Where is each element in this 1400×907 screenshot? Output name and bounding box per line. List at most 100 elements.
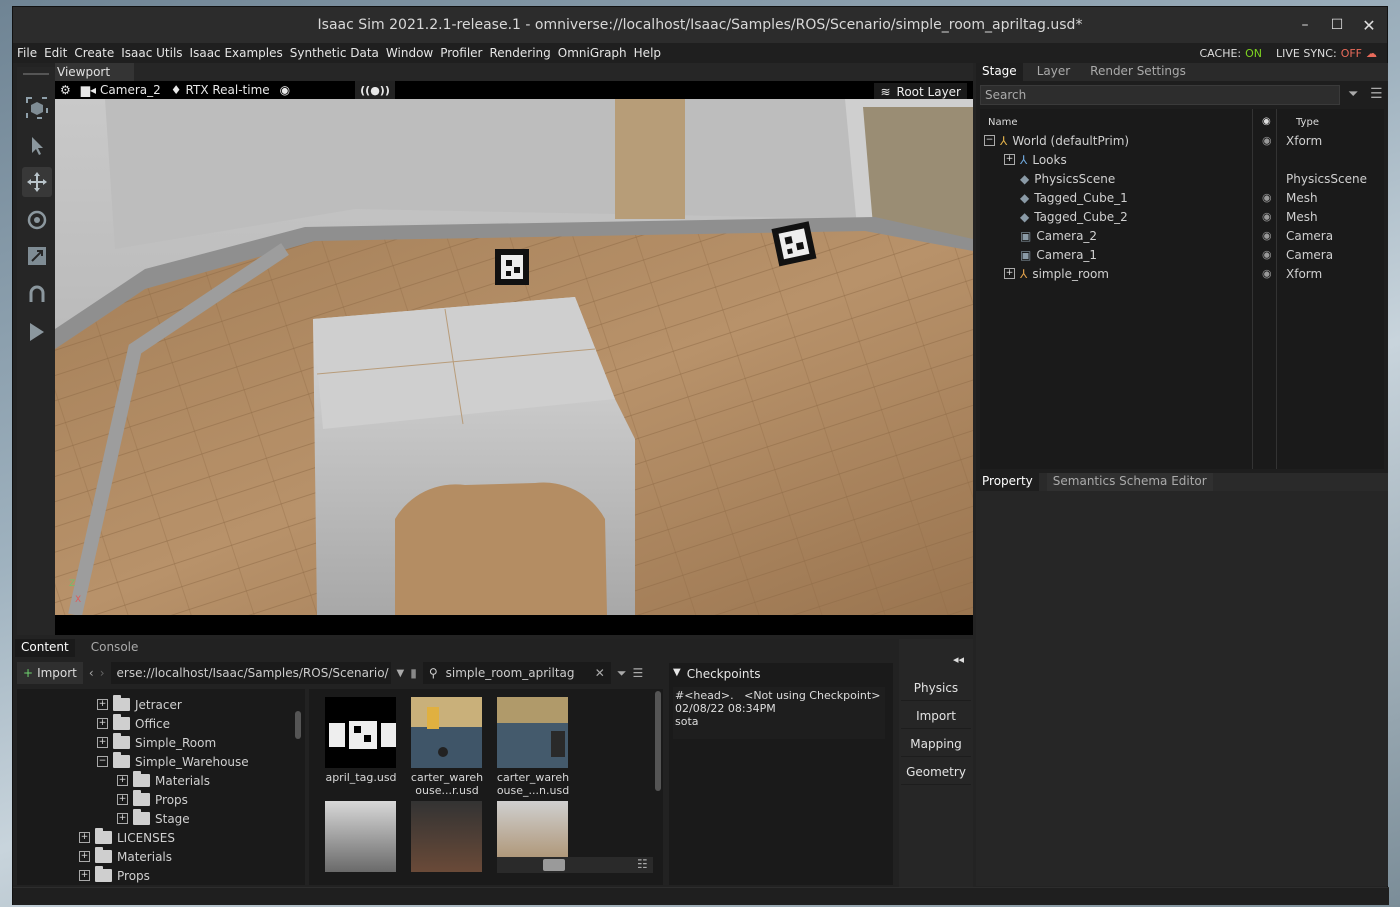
maximize-icon[interactable]: ☐ — [1325, 13, 1349, 37]
geometry-button[interactable]: Geometry — [901, 759, 971, 785]
eye-icon[interactable]: ◉ — [1262, 191, 1272, 204]
eye-icon[interactable]: ◉ — [1262, 248, 1272, 261]
stage-row-physicsscene[interactable]: ◆ PhysicsScene PhysicsScene — [980, 169, 1384, 188]
checkpoints-header[interactable]: ▼ Checkpoints — [673, 667, 760, 681]
tab-render-settings[interactable]: Render Settings — [1084, 63, 1192, 81]
menu-edit[interactable]: Edit — [40, 46, 70, 60]
eye-icon[interactable]: ◉ — [1262, 210, 1272, 223]
stage-row-camera-1[interactable]: ▣ Camera_1 ◉ Camera — [980, 245, 1384, 264]
expand-icon[interactable]: + — [1004, 154, 1015, 165]
expand-icon[interactable]: + — [97, 737, 108, 748]
tab-semantics-schema-editor[interactable]: Semantics Schema Editor — [1046, 473, 1213, 491]
mapping-button[interactable]: Mapping — [901, 731, 971, 757]
settings-button[interactable]: ⚙ — [55, 81, 76, 99]
checkpoint-item[interactable]: #<head>. <Not using Checkpoint> 02/08/22… — [673, 687, 885, 739]
select-arrow-icon[interactable] — [22, 131, 52, 161]
menu-icon[interactable]: ☰ — [1370, 86, 1383, 102]
rotate-icon[interactable] — [22, 205, 52, 235]
snap-icon[interactable] — [22, 279, 52, 309]
folder-item[interactable]: + Jetracer — [97, 695, 182, 714]
bookmark-icon[interactable]: ▮ — [410, 666, 417, 680]
close-icon[interactable]: ✕ — [1357, 13, 1381, 37]
live-sync-value[interactable]: OFF — [1341, 47, 1362, 60]
tab-viewport[interactable]: Viewport — [55, 63, 135, 81]
menu-isaac-examples[interactable]: Isaac Examples — [186, 46, 286, 60]
broadcast-button[interactable]: ((●)) — [355, 81, 395, 99]
thumbnail-april-tag[interactable] — [325, 697, 396, 768]
filter-icon[interactable]: ⏷ — [1348, 87, 1358, 102]
scrollbar[interactable] — [655, 691, 661, 791]
import-tool-button[interactable]: Import — [901, 703, 971, 729]
scrollbar[interactable] — [295, 711, 301, 739]
menu-rendering[interactable]: Rendering — [485, 46, 553, 60]
cache-value[interactable]: ON — [1245, 47, 1262, 60]
folder-item[interactable]: + Materials — [117, 771, 210, 790]
cloud-icon[interactable]: ☁ — [1366, 47, 1377, 60]
renderer-button[interactable]: ♦ RTX Real-time — [166, 81, 275, 99]
collapse-icon[interactable]: − — [97, 756, 108, 767]
tab-property[interactable]: Property — [976, 473, 1039, 491]
select-box-icon[interactable] — [22, 93, 52, 123]
eye-icon[interactable]: ◉ — [1262, 229, 1272, 242]
expand-icon[interactable]: + — [97, 699, 108, 710]
menu-create[interactable]: Create — [70, 46, 117, 60]
camera-button[interactable]: ▆◂ Camera_2 — [76, 81, 166, 99]
expand-icon[interactable]: + — [79, 851, 90, 862]
folder-item[interactable]: + LICENSES — [79, 828, 175, 847]
menu-help[interactable]: Help — [630, 46, 664, 60]
tab-content[interactable]: Content — [15, 639, 75, 657]
expand-icon[interactable]: + — [79, 832, 90, 843]
move-icon[interactable] — [22, 167, 52, 197]
menu-isaac-utils[interactable]: Isaac Utils — [117, 46, 185, 60]
expand-icon[interactable]: + — [117, 775, 128, 786]
menu-icon[interactable]: ☰ — [632, 666, 643, 680]
expand-icon[interactable]: + — [97, 718, 108, 729]
folder-item[interactable]: + Props — [79, 866, 150, 885]
forward-icon[interactable]: › — [100, 666, 105, 680]
menu-profiler[interactable]: Profiler — [436, 46, 485, 60]
expand-icon[interactable]: + — [117, 794, 128, 805]
import-button[interactable]: + Import — [17, 662, 83, 684]
tab-layer[interactable]: Layer — [1031, 63, 1076, 81]
slider-handle[interactable] — [543, 859, 565, 871]
folder-item[interactable]: + Props — [117, 790, 188, 809]
expand-icon[interactable]: + — [79, 870, 90, 881]
tab-stage[interactable]: Stage — [976, 63, 1023, 81]
menu-file[interactable]: File — [13, 46, 40, 60]
chevron-down-icon[interactable]: ▼ — [397, 668, 405, 679]
folder-item[interactable]: + Office — [97, 714, 170, 733]
folder-item[interactable]: − Simple_Warehouse — [97, 752, 249, 771]
back-icon[interactable]: ‹ — [89, 666, 94, 680]
menu-omnigraph[interactable]: OmniGraph — [554, 46, 630, 60]
thumbnail-carter-warehouse-1[interactable] — [411, 697, 482, 768]
zoom-slider[interactable]: ☷ — [497, 857, 653, 873]
menu-window[interactable]: Window — [382, 46, 436, 60]
stage-row-tagged-cube-1[interactable]: ◆ Tagged_Cube_1 ◉ Mesh — [980, 188, 1384, 207]
stage-row-tagged-cube-2[interactable]: ◆ Tagged_Cube_2 ◉ Mesh — [980, 207, 1384, 226]
folder-item[interactable]: + Materials — [79, 847, 172, 866]
stage-row-simple-room[interactable]: + ⅄ simple_room ◉ Xform — [980, 264, 1384, 283]
list-view-icon[interactable]: ☷ — [637, 857, 648, 871]
thumbnail-carter-warehouse-2[interactable] — [497, 697, 568, 768]
clear-icon[interactable]: ✕ — [595, 666, 605, 680]
thumbnail-office-2[interactable] — [411, 801, 482, 872]
tab-console[interactable]: Console — [85, 639, 145, 657]
stage-row-world[interactable]: − ⅄ World (defaultPrim) ◉ Xform — [980, 131, 1384, 150]
scene-render[interactable]: Z X — [55, 99, 973, 615]
path-field[interactable]: erse://localhost/Isaac/Samples/ROS/Scena… — [110, 662, 391, 684]
stage-row-camera-2[interactable]: ▣ Camera_2 ◉ Camera — [980, 226, 1384, 245]
collapse-left-icon[interactable]: ◂◂ — [953, 653, 964, 666]
eye-icon[interactable]: ◉ — [1262, 134, 1272, 147]
scale-icon[interactable] — [22, 241, 52, 271]
expand-icon[interactable]: + — [117, 813, 128, 824]
minimize-icon[interactable]: – — [1293, 13, 1317, 37]
stage-search-input[interactable]: Search — [980, 85, 1340, 105]
collapse-icon[interactable]: − — [984, 135, 995, 146]
menu-synthetic-data[interactable]: Synthetic Data — [286, 46, 382, 60]
filter-icon[interactable]: ⏷ — [617, 666, 627, 681]
folder-item[interactable]: + Simple_Room — [97, 733, 216, 752]
content-search-input[interactable]: ⚲ simple_room_apriltag ✕ — [422, 662, 611, 684]
thumbnail-office-1[interactable] — [325, 801, 396, 872]
eye-icon[interactable]: ◉ — [1262, 267, 1272, 280]
stage-row-looks[interactable]: + ⅄ Looks — [980, 150, 1384, 169]
